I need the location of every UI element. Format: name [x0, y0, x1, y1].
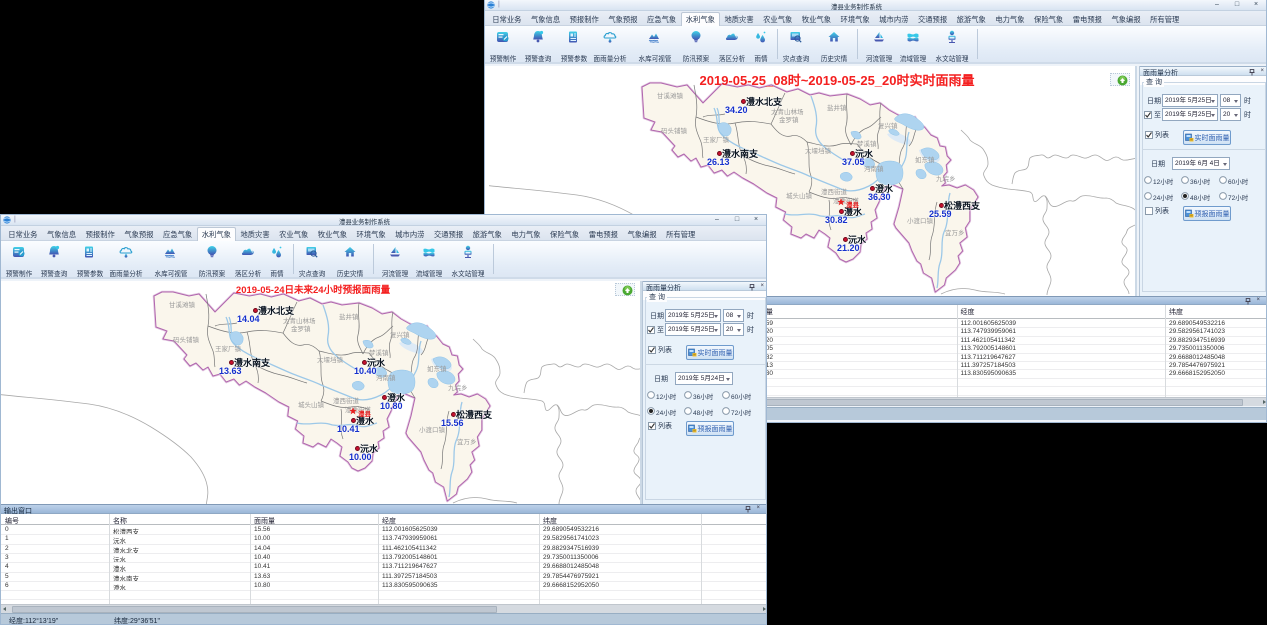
svg-text:如东镇: 如东镇	[427, 364, 447, 373]
svg-text:宜万乡: 宜万乡	[945, 228, 965, 237]
svg-text:城头山镇: 城头山镇	[298, 400, 325, 409]
svg-text:沔南镇: 沔南镇	[376, 373, 396, 382]
svg-text:太青山林场: 太青山林场	[771, 107, 804, 116]
svg-text:大堰垱镇: 大堰垱镇	[805, 146, 832, 155]
svg-text:甘溪滩镇: 甘溪滩镇	[657, 91, 684, 100]
svg-text:金罗镇: 金罗镇	[779, 115, 799, 124]
svg-text:复兴镇: 复兴镇	[390, 330, 410, 339]
svg-text:太青山林场: 太青山林场	[283, 316, 316, 325]
svg-text:王家厂镇: 王家厂镇	[703, 135, 730, 144]
svg-text:码头铺镇: 码头铺镇	[173, 335, 200, 344]
svg-text:如东镇: 如东镇	[915, 155, 935, 164]
svg-text:澧西街道: 澧西街道	[333, 396, 360, 405]
svg-text:盐井镇: 盐井镇	[339, 312, 359, 321]
svg-text:复兴镇: 复兴镇	[878, 121, 898, 130]
svg-text:码头铺镇: 码头铺镇	[661, 126, 688, 135]
svg-text:大堰垱镇: 大堰垱镇	[317, 355, 344, 364]
svg-text:甘溪滩镇: 甘溪滩镇	[169, 300, 196, 309]
svg-text:盐井镇: 盐井镇	[827, 103, 847, 112]
svg-text:金罗镇: 金罗镇	[291, 324, 311, 333]
svg-text:城头山镇: 城头山镇	[786, 191, 813, 200]
svg-text:宜万乡: 宜万乡	[457, 437, 477, 446]
svg-text:沔南镇: 沔南镇	[864, 164, 884, 173]
svg-text:九垸乡: 九垸乡	[936, 174, 956, 183]
svg-text:王家厂镇: 王家厂镇	[215, 344, 242, 353]
svg-text:澧西街道: 澧西街道	[821, 187, 848, 196]
svg-text:九垸乡: 九垸乡	[448, 383, 468, 392]
